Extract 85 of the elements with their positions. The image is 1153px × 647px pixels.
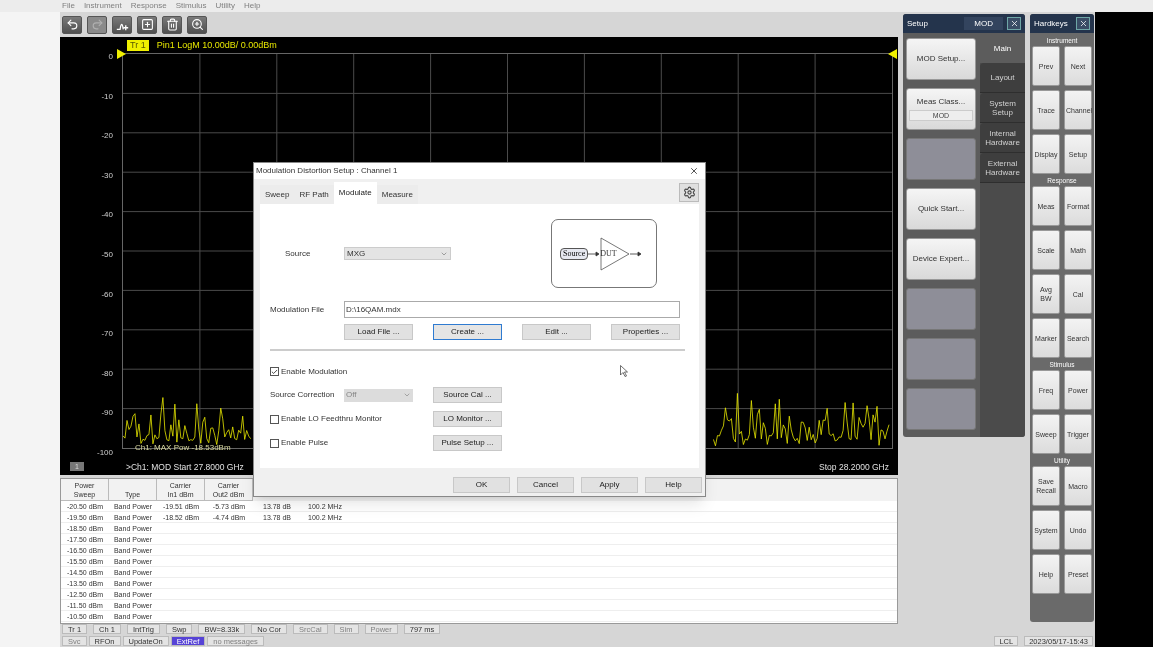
toolbar-button[interactable] — [112, 15, 132, 34]
menu-item[interactable]: Help — [243, 1, 261, 11]
panel-title: Hardkeys — [1034, 17, 1068, 30]
toolbar-button[interactable] — [187, 15, 207, 34]
mode-label: MOD — [964, 17, 1003, 30]
redo-icon — [90, 18, 104, 31]
start-frequency: >Ch1: MOD Start 27.8000 GHz — [126, 462, 244, 472]
toolbar-button[interactable] — [137, 15, 157, 34]
y-axis-label: -60 — [101, 289, 113, 300]
dialog-title: Modulation Distortion Setup : Channel 1 — [256, 165, 398, 177]
reference-marker-icon — [888, 49, 897, 59]
close-icon — [1009, 19, 1019, 28]
y-axis-label: 0 — [108, 52, 113, 62]
checkbox[interactable] — [270, 367, 279, 376]
checkbox-label: Enable Modulation — [281, 365, 348, 378]
dialog-button[interactable]: Apply — [581, 477, 638, 493]
arrow-icon — [630, 250, 643, 257]
window-plus-icon — [140, 18, 154, 31]
checkbox-label: Enable Pulse — [281, 437, 329, 449]
undo-icon — [65, 18, 79, 31]
close-icon — [1078, 19, 1088, 28]
dialog-tab[interactable]: Modulate — [333, 182, 377, 204]
checkbox[interactable] — [270, 414, 279, 424]
toolbar-button[interactable] — [62, 15, 82, 34]
y-axis-label: -100 — [97, 448, 113, 458]
panel-tab[interactable]: System Setup — [980, 93, 1025, 123]
zoom-in-icon — [190, 18, 204, 31]
file-path-field[interactable]: D:\16QAM.mdx — [344, 301, 680, 318]
marker-readout: Ch1: MAX Pow -18.53dBm — [135, 443, 231, 453]
trace-label: Pin1 LogM 10.00dB/ 0.00dBm — [156, 39, 277, 51]
settings-button[interactable] — [679, 183, 699, 202]
softkey[interactable]: Device Expert... — [906, 238, 976, 280]
close-button[interactable] — [1076, 17, 1090, 30]
dialog-tab[interactable]: Measure — [376, 185, 418, 204]
amplifier-drawing: DUT — [600, 236, 631, 271]
y-axis-label: -90 — [101, 408, 113, 419]
dialog-tab[interactable]: Sweep — [260, 185, 295, 204]
dialog-button[interactable]: Create ... — [433, 324, 502, 340]
dialog-button[interactable]: OK — [453, 477, 510, 493]
chevron-down-icon — [403, 391, 411, 399]
field-label: Source — [284, 247, 312, 260]
trace-badge[interactable]: Tr 1 — [127, 39, 149, 51]
dialog-button[interactable]: LO Monitor ... — [433, 411, 502, 427]
field-label: Source Correction — [270, 389, 336, 401]
y-axis-label: -80 — [101, 368, 113, 379]
check-icon — [271, 367, 278, 376]
dialog-button[interactable]: Pulse Setup ... — [433, 435, 502, 451]
y-axis-label: -30 — [101, 170, 113, 181]
panel-tab[interactable]: Layout — [980, 63, 1025, 93]
panel-tab[interactable]: External Hardware — [980, 153, 1025, 183]
menu-item[interactable]: File — [62, 1, 75, 11]
dialog-button[interactable]: Properties ... — [611, 324, 680, 340]
dialog-button[interactable]: Edit ... — [522, 324, 591, 340]
y-axis-label: -40 — [101, 210, 113, 221]
dialog-tab[interactable]: RF Path — [294, 185, 334, 204]
menu-item[interactable]: Response — [130, 1, 167, 11]
reference-marker-icon — [117, 49, 126, 59]
y-axis-label: -20 — [101, 131, 113, 142]
mouse-cursor-icon — [620, 365, 628, 377]
y-axis-label: -50 — [101, 250, 113, 260]
trash-icon — [165, 18, 179, 31]
softkey[interactable]: MOD Setup... — [906, 38, 976, 80]
checkbox-label: Enable LO Feedthru Monitor — [281, 413, 382, 425]
close-icon[interactable] — [689, 166, 699, 176]
checkbox[interactable] — [270, 438, 279, 448]
softkey[interactable]: Quick Start... — [906, 188, 976, 230]
arrow-icon — [588, 250, 601, 257]
menu-item[interactable]: Utility — [215, 1, 235, 11]
dialog-button[interactable]: Help — [645, 477, 702, 493]
dialog-button[interactable]: Load File ... — [344, 324, 413, 340]
toolbar-button[interactable] — [162, 15, 182, 34]
y-axis-label: -10 — [101, 91, 113, 102]
field-label: Modulation File — [270, 303, 326, 316]
panel-tab[interactable]: Main — [980, 33, 1025, 63]
close-button[interactable] — [1007, 17, 1021, 30]
panel-title: Setup — [907, 17, 928, 30]
source-block: Source — [560, 247, 589, 260]
source-select[interactable]: MXG — [344, 247, 451, 260]
panel-tab[interactable]: Internal Hardware — [980, 123, 1025, 153]
dialog-button[interactable]: Cancel — [517, 477, 574, 493]
stop-frequency: Stop 28.2000 GHz — [819, 462, 889, 472]
menu-item[interactable]: Stimulus — [175, 1, 207, 11]
menu-item[interactable]: Instrument — [83, 1, 122, 11]
y-axis-label: -70 — [101, 329, 113, 340]
settings-icon — [682, 186, 696, 199]
